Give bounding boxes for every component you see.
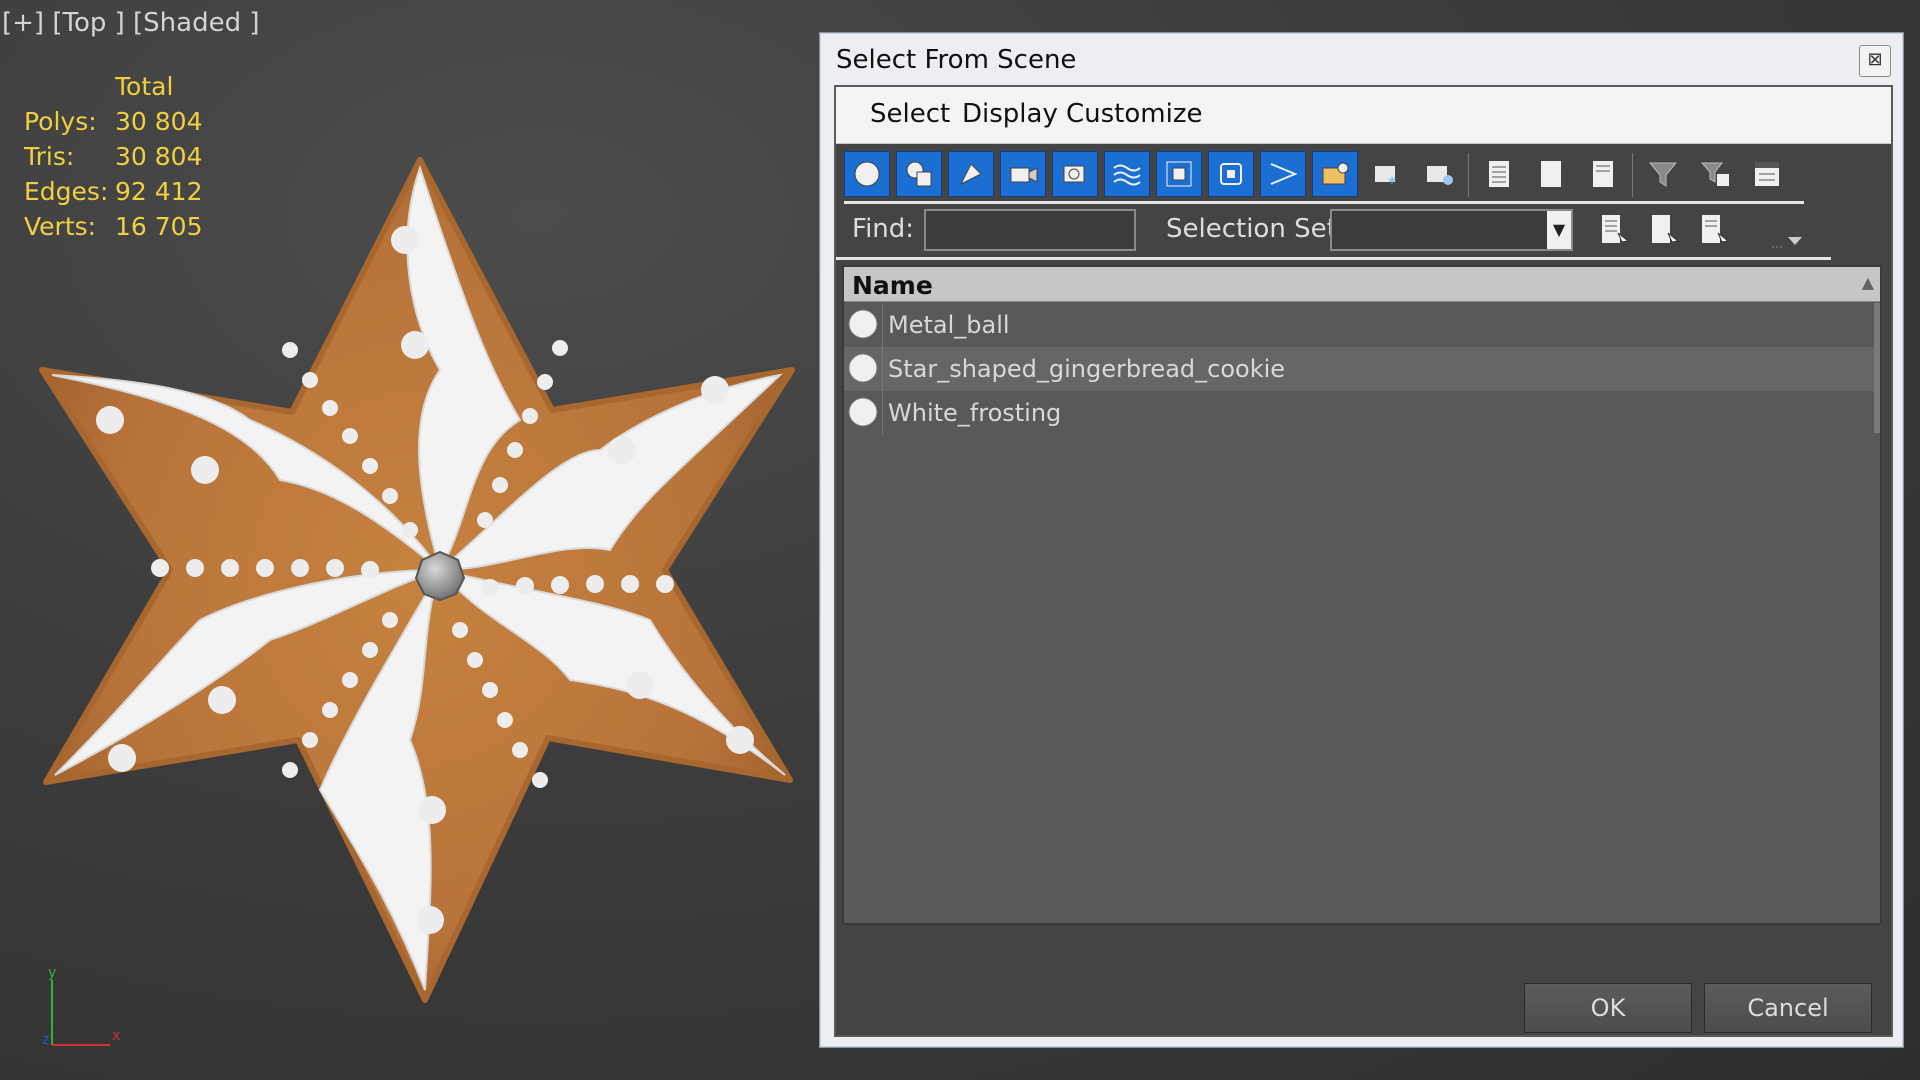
toolbar-divider — [836, 257, 1831, 260]
metal-ball — [414, 550, 466, 602]
select-invert-button[interactable] — [1580, 151, 1626, 197]
row-divider — [882, 303, 883, 347]
select-none-button[interactable] — [1528, 151, 1574, 197]
object-name: Star_shaped_gingerbread_cookie — [888, 355, 1286, 383]
axis-z-label: z — [42, 1032, 49, 1048]
title-bar[interactable]: Select From Scene ⊠ — [820, 33, 1903, 83]
shapes-filter-icon — [906, 161, 932, 187]
chevron-down-icon[interactable]: ▼ — [1547, 211, 1571, 249]
viewport-label[interactable]: [+] [Top ] [Shaded ] — [2, 8, 260, 38]
toolbar-separator — [1468, 153, 1469, 197]
list-scrollbar[interactable] — [1874, 303, 1880, 433]
svg-text:*: * — [1388, 173, 1396, 190]
space-warps-filter-button[interactable] — [1104, 151, 1150, 197]
filter-button[interactable] — [1640, 151, 1686, 197]
xrefs-filter-button[interactable] — [1208, 151, 1254, 197]
lights-filter-button[interactable] — [948, 151, 994, 197]
close-button[interactable]: ⊠ — [1859, 45, 1891, 77]
add-selection-set-icon[interactable] — [1596, 211, 1636, 251]
select-all-icon — [1489, 161, 1509, 187]
cameras-filter-button[interactable] — [1000, 151, 1046, 197]
helpers-filter-icon — [1063, 165, 1085, 183]
remove-selection-set-icon[interactable] — [1646, 211, 1686, 251]
containers-filter-button[interactable] — [1312, 151, 1358, 197]
select-invert-icon — [1593, 161, 1613, 187]
shapes-filter-button[interactable] — [896, 151, 942, 197]
object-name: Metal_ball — [888, 311, 1010, 339]
helpers-filter-button[interactable] — [1052, 151, 1098, 197]
space-warps-filter-icon — [1113, 164, 1141, 186]
row-divider — [882, 347, 883, 391]
geometry-object-icon — [848, 397, 878, 427]
menu-customize[interactable]: Customize — [1066, 99, 1202, 129]
list-item[interactable]: White_frosting — [844, 391, 1874, 435]
frozen-filter-button[interactable]: * — [1364, 151, 1410, 197]
sort-ascending-icon[interactable]: ▲ — [1862, 273, 1874, 292]
bones-filter-icon — [1270, 163, 1298, 185]
menu-select[interactable]: Select — [870, 99, 950, 129]
name-column-header[interactable]: Name — [852, 271, 933, 300]
filter-options-button[interactable] — [1692, 151, 1738, 197]
lights-filter-icon — [959, 163, 982, 186]
find-input[interactable] — [924, 209, 1136, 251]
scene-object-list[interactable]: Name ▲ Metal_ball Star_shaped_gingerbrea… — [842, 265, 1882, 925]
dialog-title: Select From Scene — [836, 45, 1077, 75]
select-all-button[interactable] — [1476, 151, 1522, 197]
edit-selection-set-icon[interactable] — [1696, 211, 1736, 251]
toolbar-separator — [1632, 153, 1633, 197]
row-divider — [882, 391, 883, 435]
gingerbread-cookie-render[interactable] — [0, 120, 840, 1020]
geometry-filter-icon — [854, 161, 880, 187]
filter-options-icon — [1700, 162, 1729, 186]
menu-bar: Select Display Customize — [836, 87, 1891, 144]
stats-header: Total — [115, 72, 174, 101]
display-options-icon[interactable] — [1766, 217, 1816, 253]
containers-filter-icon — [1322, 162, 1349, 185]
list-item[interactable]: Metal_ball — [844, 303, 1874, 347]
groups-filter-icon — [1166, 161, 1192, 187]
selection-set-label: Selection Set: — [1166, 214, 1346, 244]
hierarchy-button[interactable] — [1744, 151, 1790, 197]
cancel-button[interactable]: Cancel — [1704, 983, 1872, 1033]
groups-filter-button[interactable] — [1156, 151, 1202, 197]
selection-set-dropdown[interactable]: ▼ — [1330, 209, 1573, 251]
dialog-body: Select Display Customize * Find: Selecti… — [834, 85, 1893, 1037]
hidden-filter-button[interactable] — [1416, 151, 1462, 197]
axis-y-label: y — [48, 965, 56, 981]
select-from-scene-dialog[interactable]: Select From Scene ⊠ Select Display Custo… — [819, 32, 1904, 1048]
filter-toolbar: * — [844, 149, 1814, 205]
find-label: Find: — [852, 214, 915, 244]
frozen-filter-icon: * — [1375, 166, 1396, 190]
hidden-filter-icon — [1427, 166, 1453, 185]
close-icon: ⊠ — [1867, 49, 1883, 70]
object-name: White_frosting — [888, 399, 1062, 427]
axis-x-label: x — [112, 1028, 120, 1044]
geometry-filter-button[interactable] — [844, 151, 890, 197]
select-none-icon — [1541, 161, 1561, 187]
axis-gizmo: y x z — [42, 965, 120, 1048]
geometry-object-icon — [848, 353, 878, 383]
list-header[interactable]: Name ▲ — [844, 267, 1880, 302]
menu-display[interactable]: Display — [962, 99, 1058, 129]
ok-button[interactable]: OK — [1524, 983, 1692, 1033]
toolbar-divider — [844, 201, 1804, 204]
geometry-object-icon — [848, 309, 878, 339]
filter-icon — [1648, 162, 1678, 187]
list-item[interactable]: Star_shaped_gingerbread_cookie — [844, 347, 1874, 391]
bones-filter-button[interactable] — [1260, 151, 1306, 197]
cameras-filter-icon — [1010, 167, 1038, 183]
hierarchy-icon — [1755, 162, 1779, 186]
xrefs-filter-icon — [1220, 163, 1242, 185]
